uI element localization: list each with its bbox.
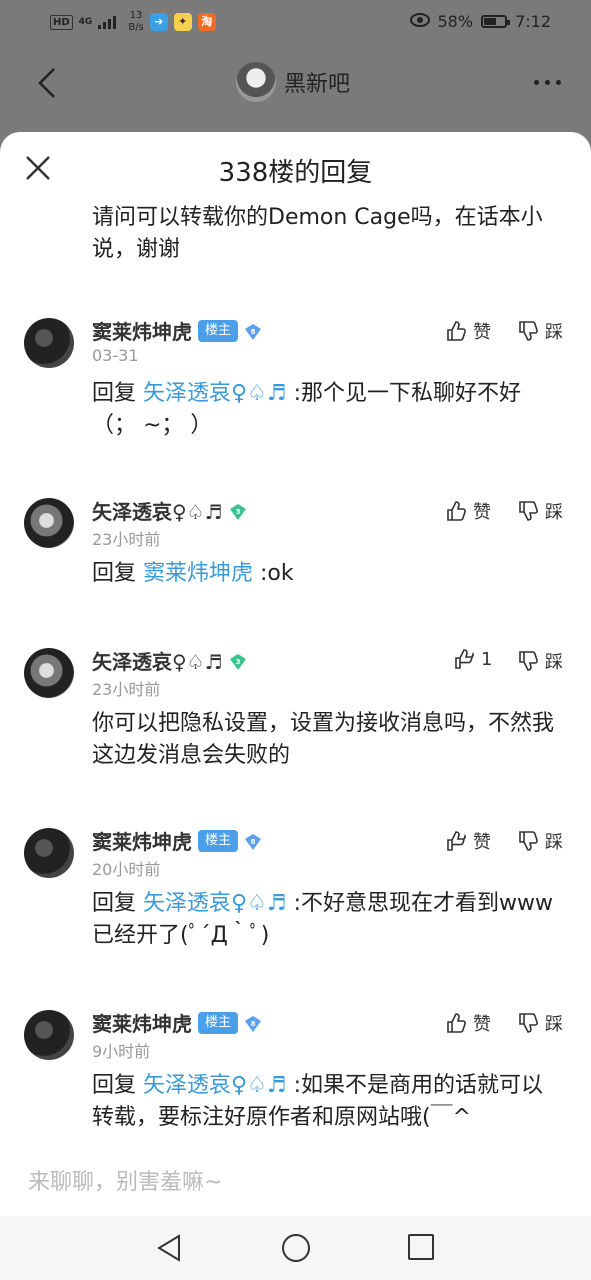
avatar[interactable] [24, 318, 74, 368]
status-bar: HD 4G 13 B/s ➜ ✦ 淘 58% 7:12 [0, 0, 591, 46]
comment-list[interactable]: 请问可以转载你的Demon Cage吗，在话本小说，谢谢 窦莱炜坤虎 楼主 8 … [0, 202, 591, 1132]
avatar[interactable] [24, 648, 74, 698]
level-gem-icon: 8 [244, 832, 262, 850]
level-gem-icon: 3 [229, 502, 247, 520]
status-right: 58% 7:12 [409, 12, 551, 31]
thumbs-down-icon [519, 1013, 538, 1033]
hd-indicator: HD [50, 14, 73, 30]
comment-text: 回复 窦莱炜坤虎 :ok [92, 561, 294, 586]
comment-user: 矢泽透哀♀♤♬ 3 [92, 646, 247, 675]
svg-text:8: 8 [251, 1020, 256, 1028]
thumbs-down-icon [519, 651, 538, 671]
like-button[interactable]: 赞 [445, 1010, 491, 1036]
system-nav-bar [0, 1216, 591, 1280]
thumbs-down-icon [519, 321, 538, 341]
more-icon[interactable] [534, 80, 561, 85]
username[interactable]: 矢泽透哀♀♤♬ [92, 496, 223, 525]
svg-text:3: 3 [235, 508, 240, 516]
comment-text: 回复 矢泽透哀♀♤♬ :如果不是商用的话就可以转载，要标注好原作者和原网站哦(￣… [92, 1073, 543, 1130]
reply-sheet: 338楼的回复 请问可以转载你的Demon Cage吗，在话本小说，谢谢 窦莱炜… [0, 132, 591, 1280]
like-button[interactable]: 1 [453, 648, 492, 670]
forum-avatar [236, 62, 276, 102]
avatar[interactable] [24, 828, 74, 878]
idea-app-icon: ✦ [173, 13, 192, 31]
comment-user: 窦莱炜坤虎 楼主 8 [92, 1008, 262, 1037]
original-post-text: 请问可以转载你的Demon Cage吗，在话本小说，谢谢 [92, 205, 543, 262]
battery-icon [481, 15, 511, 28]
thumbs-up-icon [447, 501, 466, 521]
comment-user: 窦莱炜坤虎 楼主 8 [92, 826, 262, 855]
sheet-title: 338楼的回复 [218, 158, 373, 188]
comment-text: 你可以把隐私设置，设置为接收消息吗，不然我这边发消息会失败的 [92, 711, 555, 768]
comment-user: 矢泽透哀♀♤♬ 3 [92, 496, 247, 525]
delivery-app-icon: ➜ [149, 13, 168, 31]
mention-link[interactable]: 窦莱炜坤虎 [143, 561, 253, 586]
host-badge: 楼主 [198, 319, 239, 342]
status-left: HD 4G 13 B/s ➜ ✦ 淘 [50, 10, 216, 34]
dislike-button[interactable]: 踩 [517, 498, 563, 524]
like-button[interactable]: 赞 [445, 828, 491, 854]
mention-link[interactable]: 矢泽透哀♀♤♬ [143, 381, 287, 406]
svg-text:8: 8 [251, 328, 256, 336]
dislike-button[interactable]: 踩 [517, 1010, 563, 1036]
network-gen: 4G [78, 17, 93, 27]
forum-name: 黑新吧 [284, 72, 351, 97]
thumbs-up-icon [447, 1013, 466, 1033]
comment-text: 回复 矢泽透哀♀♤♬ :不好意思现在才看到www已经开了(ﾟ´Д｀ﾟ) [92, 891, 553, 948]
reply-input-bar[interactable]: 来聊聊，别害羞嘛~ [0, 1132, 591, 1216]
level-gem-icon: 3 [229, 652, 247, 670]
signal-icon [98, 15, 117, 29]
back-arrow-icon[interactable] [36, 66, 66, 100]
avatar[interactable] [24, 498, 74, 548]
clock: 7:12 [515, 12, 551, 31]
comment-time: 23小时前 [92, 530, 161, 549]
thumbs-up-icon [447, 321, 466, 341]
username[interactable]: 窦莱炜坤虎 [92, 1008, 192, 1037]
mention-link[interactable]: 矢泽透哀♀♤♬ [143, 891, 287, 916]
level-gem-icon: 8 [244, 322, 262, 340]
mention-link[interactable]: 矢泽透哀♀♤♬ [143, 1073, 287, 1098]
reply-input[interactable]: 来聊聊，别害羞嘛~ [28, 1164, 222, 1196]
taobao-app-icon: 淘 [197, 13, 216, 31]
thumbs-down-icon [519, 831, 538, 851]
dislike-button[interactable]: 踩 [517, 318, 563, 344]
username[interactable]: 窦莱炜坤虎 [92, 316, 192, 345]
nav-back-icon[interactable] [156, 1234, 182, 1266]
host-badge: 楼主 [198, 829, 239, 852]
thumbs-down-icon [519, 501, 538, 521]
forum-header[interactable]: 黑新吧 [236, 62, 350, 102]
dislike-button[interactable]: 踩 [517, 648, 563, 674]
thumbs-up-icon [455, 649, 474, 669]
net-speed: 13 B/s [128, 10, 144, 33]
nav-recent-icon[interactable] [408, 1234, 434, 1260]
thumbs-up-icon [447, 831, 466, 851]
battery-percent: 58% [437, 12, 474, 31]
svg-text:3: 3 [235, 658, 240, 666]
like-button[interactable]: 赞 [445, 318, 491, 344]
host-badge: 楼主 [198, 1011, 239, 1034]
level-gem-icon: 8 [244, 1014, 262, 1032]
top-bar: 黑新吧 [0, 50, 591, 116]
like-button[interactable]: 赞 [445, 498, 491, 524]
comment-text: 回复 矢泽透哀♀♤♬ :那个见一下私聊好不好（； ~； ） [92, 381, 521, 438]
comment-time: 9小时前 [92, 1042, 151, 1061]
comment-time: 20小时前 [92, 860, 161, 879]
dislike-button[interactable]: 踩 [517, 828, 563, 854]
username[interactable]: 矢泽透哀♀♤♬ [92, 646, 223, 675]
nav-home-icon[interactable] [282, 1234, 310, 1262]
svg-text:8: 8 [251, 838, 256, 846]
comment-user: 窦莱炜坤虎 楼主 8 [92, 316, 262, 345]
sheet-header: 338楼的回复 [0, 132, 591, 204]
comment-time: 23小时前 [92, 680, 161, 699]
comment-time: 03-31 [92, 346, 139, 365]
eye-comfort-icon [409, 12, 430, 31]
username[interactable]: 窦莱炜坤虎 [92, 826, 192, 855]
avatar[interactable] [24, 1010, 74, 1060]
